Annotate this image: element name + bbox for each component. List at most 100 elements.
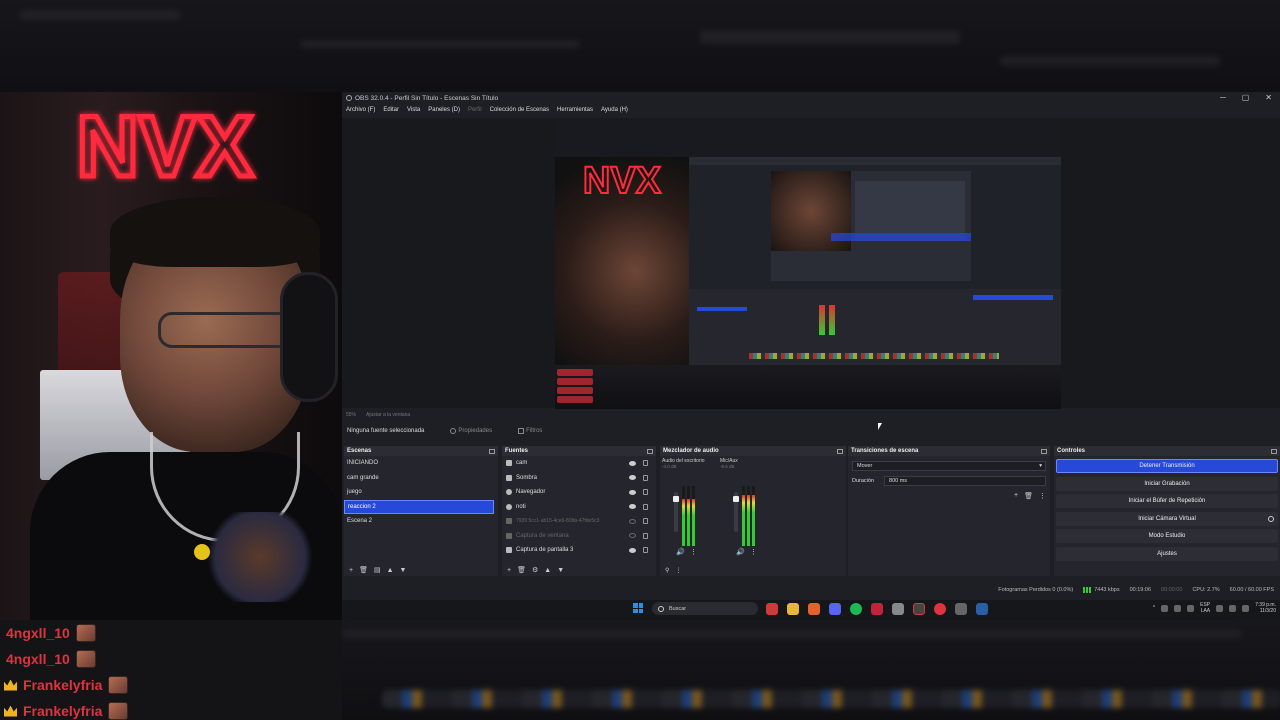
steam-icon[interactable]	[976, 603, 988, 615]
lock-icon[interactable]	[643, 547, 648, 554]
lock-icon[interactable]	[643, 489, 648, 496]
menu-paneles[interactable]: Paneles (D)	[428, 107, 460, 113]
start-replay-buffer-button[interactable]: Iniciar el Búfer de Repetición	[1056, 494, 1278, 508]
spotify-icon[interactable]	[850, 603, 862, 615]
menu-dots-icon[interactable]: ⋮	[1039, 492, 1046, 500]
opera-icon[interactable]	[934, 603, 946, 615]
wifi-icon[interactable]	[1229, 604, 1237, 612]
eye-icon[interactable]	[629, 504, 636, 510]
menu-editar[interactable]: Editar	[383, 107, 399, 113]
up-arrow-icon[interactable]: ▲	[544, 567, 551, 574]
scene-item[interactable]: juego	[344, 485, 498, 500]
window-title: OBS 32.0.4 - Perfil Sin Título - Escenas…	[355, 94, 499, 102]
filters-button[interactable]: Filtros	[518, 428, 542, 434]
source-item[interactable]: noti	[502, 500, 656, 515]
up-arrow-icon[interactable]: ▲	[387, 567, 394, 574]
discord-icon[interactable]	[829, 603, 841, 615]
eye-icon[interactable]	[629, 489, 636, 495]
tray-icon[interactable]	[1174, 604, 1182, 612]
settings-button[interactable]: Ajustes	[1056, 546, 1278, 561]
emote-icon	[75, 624, 96, 642]
source-item[interactable]: Navegador	[502, 485, 656, 500]
maximize-button[interactable]: ▢	[1242, 93, 1250, 102]
speaker-icon[interactable]: 🔊	[676, 548, 685, 556]
studio-mode-button[interactable]: Modo Estudio	[1056, 529, 1278, 543]
menu-herramientas[interactable]: Herramientas	[557, 107, 593, 113]
eye-off-icon[interactable]	[629, 533, 636, 539]
zoom-level[interactable]: 55%	[346, 412, 356, 418]
scene-item[interactable]: Escena 2	[344, 514, 498, 529]
scene-item[interactable]: INICIANDO	[344, 456, 498, 471]
down-arrow-icon[interactable]: ▼	[400, 567, 407, 574]
close-button[interactable]: ✕	[1265, 93, 1272, 102]
tray-icon[interactable]	[1187, 604, 1195, 612]
undock-icon[interactable]	[1271, 448, 1277, 454]
capcut-icon[interactable]	[871, 603, 883, 615]
filter-icon[interactable]: ▤	[374, 566, 381, 574]
volume-slider[interactable]	[673, 496, 679, 502]
taskbar-search[interactable]: Buscar	[652, 602, 758, 615]
settings-icon[interactable]	[955, 603, 967, 615]
eye-icon[interactable]	[629, 547, 636, 553]
clock-date[interactable]: 11/3/20	[1255, 608, 1276, 614]
scene-item-selected[interactable]: reaccion 2	[344, 499, 494, 514]
arrow-icon[interactable]	[892, 603, 904, 615]
gear-icon[interactable]: ⚙	[532, 566, 538, 574]
monitor-icon[interactable]	[1216, 604, 1224, 612]
menu-coleccion-escenas[interactable]: Colección de Escenas	[490, 107, 549, 113]
trash-icon[interactable]: 🗑	[517, 566, 526, 574]
volume-slider[interactable]	[733, 496, 739, 502]
lock-icon[interactable]	[643, 532, 648, 539]
acrobat-icon[interactable]	[766, 603, 778, 615]
menu-ayuda[interactable]: Ayuda (H)	[601, 107, 628, 113]
add-icon[interactable]: +	[507, 567, 511, 574]
menu-dots-icon[interactable]: ⋮	[750, 548, 757, 556]
start-virtual-camera-button[interactable]: Iniciar Cámara Virtual	[1056, 511, 1278, 526]
undock-icon[interactable]	[647, 448, 653, 454]
eye-icon[interactable]	[629, 460, 636, 466]
undock-icon[interactable]	[1041, 448, 1047, 454]
stream-preview[interactable]: NVX	[555, 121, 1061, 409]
source-item[interactable]: Sombra	[502, 471, 656, 486]
windows-start-icon[interactable]	[633, 603, 643, 613]
start-recording-button[interactable]: Iniciar Grabación	[1056, 476, 1278, 491]
undock-icon[interactable]	[837, 448, 843, 454]
source-item[interactable]: Captura de pantalla 3	[502, 543, 656, 558]
menu-vista[interactable]: Vista	[407, 107, 420, 113]
source-item[interactable]: cam	[502, 456, 656, 471]
menu-dots-icon[interactable]: ⋮	[690, 548, 697, 556]
source-item[interactable]: 7939 5cc1-ab15-4ce6-80bb-47fde5c3	[502, 514, 656, 529]
folder-icon[interactable]	[787, 603, 799, 615]
fit-window-option[interactable]: Ajustar a la ventana	[366, 412, 410, 418]
lock-icon[interactable]	[643, 460, 648, 467]
stop-streaming-button[interactable]: Detener Transmisión	[1056, 459, 1278, 473]
lock-icon[interactable]	[643, 518, 648, 525]
chevron-up-icon[interactable]: ^	[1153, 605, 1155, 611]
transition-select[interactable]: Mover ▾	[852, 461, 1046, 471]
menu-archivo[interactable]: Archivo (F)	[346, 107, 375, 113]
trash-icon[interactable]: 🗑	[359, 566, 368, 574]
volume-icon[interactable]	[1242, 604, 1250, 612]
obs-taskbar-icon[interactable]	[913, 603, 925, 615]
gear-icon[interactable]	[1268, 515, 1274, 522]
down-arrow-icon[interactable]: ▼	[557, 567, 564, 574]
speaker-icon[interactable]: 🔊	[736, 548, 745, 556]
tray-icon[interactable]	[1161, 604, 1169, 612]
undock-icon[interactable]	[489, 448, 495, 454]
menu-perfil[interactable]: Perfil	[468, 107, 482, 113]
scene-item[interactable]: cam grande	[344, 471, 498, 486]
add-icon[interactable]: +	[1014, 492, 1018, 500]
add-icon[interactable]: +	[349, 567, 353, 574]
lock-icon[interactable]	[643, 503, 648, 510]
source-item[interactable]: Captura de ventana	[502, 529, 656, 544]
minimize-button[interactable]: ─	[1220, 93, 1226, 102]
trash-icon[interactable]: 🗑	[1024, 492, 1033, 500]
menu-dots-icon[interactable]: ⋮	[675, 567, 681, 574]
duration-input[interactable]: 800 ms	[884, 476, 1046, 486]
lock-icon[interactable]	[643, 474, 648, 481]
eye-icon[interactable]	[629, 475, 636, 481]
eye-off-icon[interactable]	[629, 518, 636, 524]
brave-icon[interactable]	[808, 603, 820, 615]
link-icon[interactable]: ⚲	[665, 567, 669, 574]
properties-button[interactable]: Propiedades	[450, 428, 492, 434]
